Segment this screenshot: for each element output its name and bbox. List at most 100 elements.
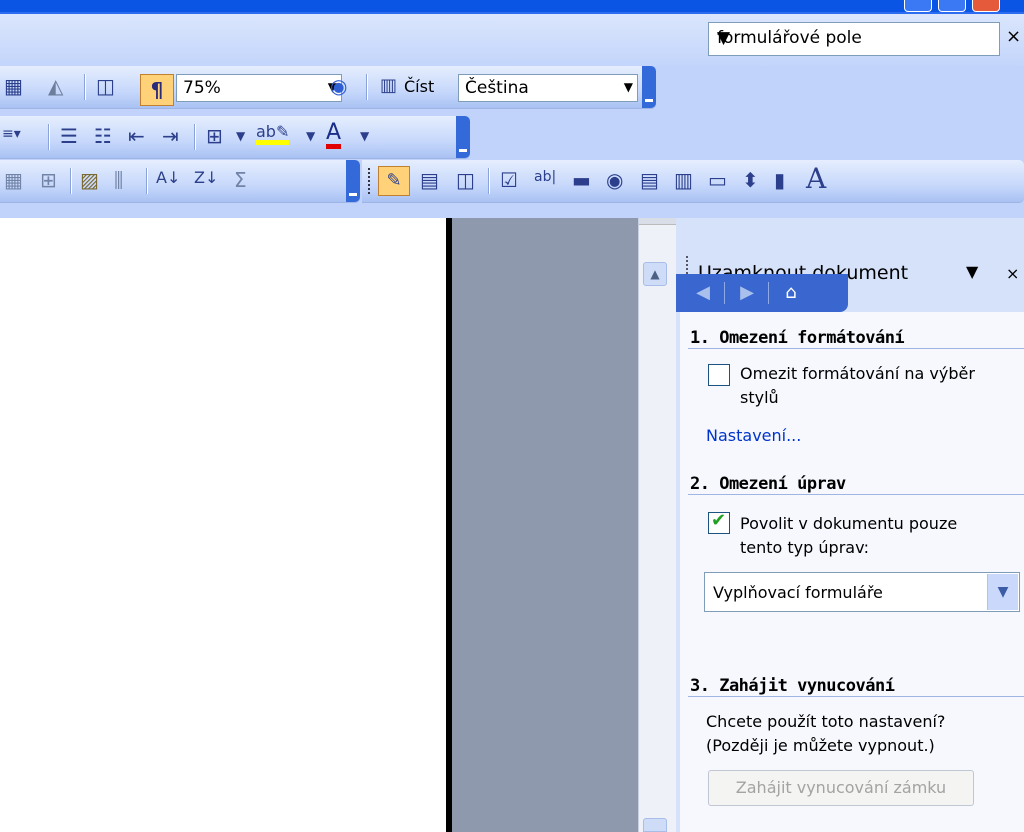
tables-toolbar: ▦ ⊞ ▨ ⫼ A↓ Z↓ Σ bbox=[0, 160, 360, 203]
separator bbox=[194, 124, 196, 150]
back-icon[interactable]: ◀ bbox=[690, 280, 716, 306]
section3-heading: 3. Zahájit vynucování bbox=[690, 676, 895, 696]
edit-type-value: Vyplňovací formuláře bbox=[713, 583, 883, 602]
edit-type-select[interactable]: Vyplňovací formuláře ▼ bbox=[704, 572, 1020, 612]
pane-menu-icon[interactable]: ▼ bbox=[966, 262, 978, 281]
language-select[interactable]: Čeština ▼ bbox=[458, 74, 638, 102]
highlight-icon[interactable]: ab✎ bbox=[256, 124, 290, 145]
chevron-down-icon[interactable]: ▼ bbox=[360, 130, 369, 142]
home-icon[interactable]: ⌂ bbox=[778, 280, 804, 306]
settings-link[interactable]: Nastavení... bbox=[706, 426, 801, 445]
drawing-icon[interactable]: ◭ bbox=[48, 76, 63, 96]
properties-icon[interactable]: ▤ bbox=[420, 170, 439, 190]
zoom-value: 75% bbox=[183, 78, 221, 98]
columns-icon[interactable]: ▦ bbox=[4, 76, 23, 96]
combo-icon[interactable]: ▥ bbox=[674, 170, 693, 190]
enforce-note: (Později je můžete vypnout.) bbox=[706, 736, 935, 755]
separator bbox=[724, 282, 725, 304]
section-rule bbox=[688, 494, 1024, 495]
close-icon[interactable]: × bbox=[1006, 26, 1021, 47]
standard-toolbar: ▦ ◭ ◫ 75% ▼ ◉ ▥ Číst Čeština ▼ bbox=[0, 66, 656, 109]
restrict-formatting-label: Omezit formátování na výběr bbox=[740, 364, 975, 383]
scroll-thumb[interactable] bbox=[643, 818, 667, 832]
toolbar-options-grip[interactable] bbox=[456, 116, 470, 158]
separator bbox=[488, 168, 490, 194]
help-search-input[interactable]: formulářové pole ▼ bbox=[708, 22, 1000, 56]
sort-descending-icon[interactable]: Z↓ bbox=[194, 170, 218, 186]
increase-indent-icon[interactable]: ⇥ bbox=[162, 126, 179, 146]
section-rule bbox=[688, 696, 1024, 697]
insert-table-icon[interactable]: ⊞ bbox=[40, 170, 57, 190]
restrict-formatting-label-cont: stylů bbox=[740, 388, 779, 407]
chevron-down-icon[interactable]: ▼ bbox=[306, 130, 315, 142]
enforce-question: Chcete použít toto nastavení? bbox=[706, 712, 946, 731]
design-mode-icon[interactable]: ✎ bbox=[378, 166, 410, 196]
allow-editing-label-cont: tento typ úprav: bbox=[740, 538, 870, 557]
vertical-scrollbar[interactable]: ▲ bbox=[638, 218, 677, 832]
option-button-icon[interactable]: ◉ bbox=[606, 170, 623, 190]
distribute-columns-icon[interactable]: ⫼ bbox=[114, 170, 123, 190]
form-icon[interactable]: ◫ bbox=[456, 170, 475, 190]
chevron-down-icon[interactable]: ▼ bbox=[624, 80, 633, 94]
toolbar-grip[interactable] bbox=[368, 168, 372, 194]
border-icon[interactable]: ⊞ bbox=[206, 126, 223, 146]
numbering-icon[interactable]: ☰ bbox=[60, 126, 78, 146]
separator bbox=[70, 168, 72, 194]
sort-ascending-icon[interactable]: A↓ bbox=[156, 170, 180, 186]
restrict-formatting-checkbox[interactable] bbox=[708, 364, 730, 386]
separator bbox=[146, 168, 148, 194]
close-icon[interactable]: × bbox=[1006, 264, 1019, 283]
title-bar bbox=[0, 0, 1024, 14]
formatting-toolbar: ≡▾ ☰ ☷ ⇤ ⇥ ⊞ ▼ ab✎ ▼ A ▼ bbox=[0, 116, 470, 159]
scrollbar-icon[interactable]: ▮ bbox=[774, 170, 785, 190]
pane-navigation: ◀ ▶ ⌂ bbox=[676, 274, 848, 312]
button-control-icon[interactable]: ▬ bbox=[572, 170, 591, 190]
scroll-up-icon[interactable]: ▲ bbox=[643, 262, 667, 286]
forms-toolbar: ✎ ▤ ◫ ☑ ab| ▬ ◉ ▤ ▥ ▭ ⬍ ▮ A bbox=[362, 160, 1024, 203]
zoom-select[interactable]: 75% ▼ bbox=[176, 74, 342, 102]
autoformat-icon[interactable]: ▨ bbox=[80, 170, 99, 190]
section1-heading: 1. Omezení formátování bbox=[690, 328, 905, 348]
separator bbox=[768, 282, 769, 304]
toolbar-options-grip[interactable] bbox=[346, 160, 360, 202]
decrease-indent-icon[interactable]: ⇤ bbox=[128, 126, 145, 146]
checkmark-icon: ✔ bbox=[711, 510, 727, 531]
maximize-button[interactable] bbox=[938, 0, 966, 12]
read-mode-icon[interactable]: ▥ bbox=[380, 77, 397, 95]
table-icon[interactable]: ▦ bbox=[4, 170, 23, 190]
toolbar-options-grip[interactable] bbox=[642, 66, 656, 108]
forward-icon[interactable]: ▶ bbox=[734, 280, 760, 306]
help-icon[interactable]: ◉ bbox=[330, 76, 347, 96]
section-rule bbox=[688, 348, 1024, 349]
separator bbox=[366, 74, 368, 100]
allow-editing-label: Povolit v dokumentu pouze bbox=[740, 514, 958, 533]
separator bbox=[84, 74, 86, 100]
pane-body: 1. Omezení formátování Omezit formátován… bbox=[680, 312, 1024, 832]
document-background bbox=[452, 218, 638, 832]
toggle-icon[interactable]: ▭ bbox=[708, 170, 727, 190]
section2-heading: 2. Omezení úprav bbox=[690, 474, 846, 494]
document-page[interactable] bbox=[0, 218, 446, 832]
chevron-down-icon[interactable]: ▼ bbox=[717, 28, 993, 48]
close-window-button[interactable] bbox=[972, 0, 1000, 12]
bullets-icon[interactable]: ☷ bbox=[94, 126, 112, 146]
split-handle[interactable] bbox=[639, 218, 677, 225]
minimize-button[interactable] bbox=[904, 0, 932, 12]
textbox-control-icon[interactable]: ab| bbox=[534, 170, 556, 184]
autosum-icon[interactable]: Σ bbox=[234, 170, 247, 190]
checkbox-control-icon[interactable]: ☑ bbox=[500, 170, 518, 190]
label-icon[interactable]: A bbox=[806, 165, 826, 193]
chevron-down-icon[interactable]: ≡▾ bbox=[2, 127, 21, 141]
document-map-icon[interactable]: ◫ bbox=[96, 76, 115, 96]
font-color-icon[interactable]: A bbox=[326, 122, 342, 149]
chevron-down-icon[interactable]: ▼ bbox=[987, 574, 1018, 610]
chevron-down-icon[interactable]: ▼ bbox=[236, 130, 245, 142]
show-hide-marks-icon[interactable]: ¶ bbox=[140, 74, 174, 106]
read-mode-label[interactable]: Číst bbox=[404, 75, 434, 99]
spin-icon[interactable]: ⬍ bbox=[742, 170, 759, 190]
listbox-icon[interactable]: ▤ bbox=[640, 170, 659, 190]
language-value: Čeština bbox=[465, 78, 529, 98]
allow-editing-checkbox[interactable]: ✔ bbox=[708, 510, 730, 534]
separator bbox=[48, 124, 50, 150]
start-enforcement-button[interactable]: Zahájit vynucování zámku bbox=[708, 770, 974, 806]
